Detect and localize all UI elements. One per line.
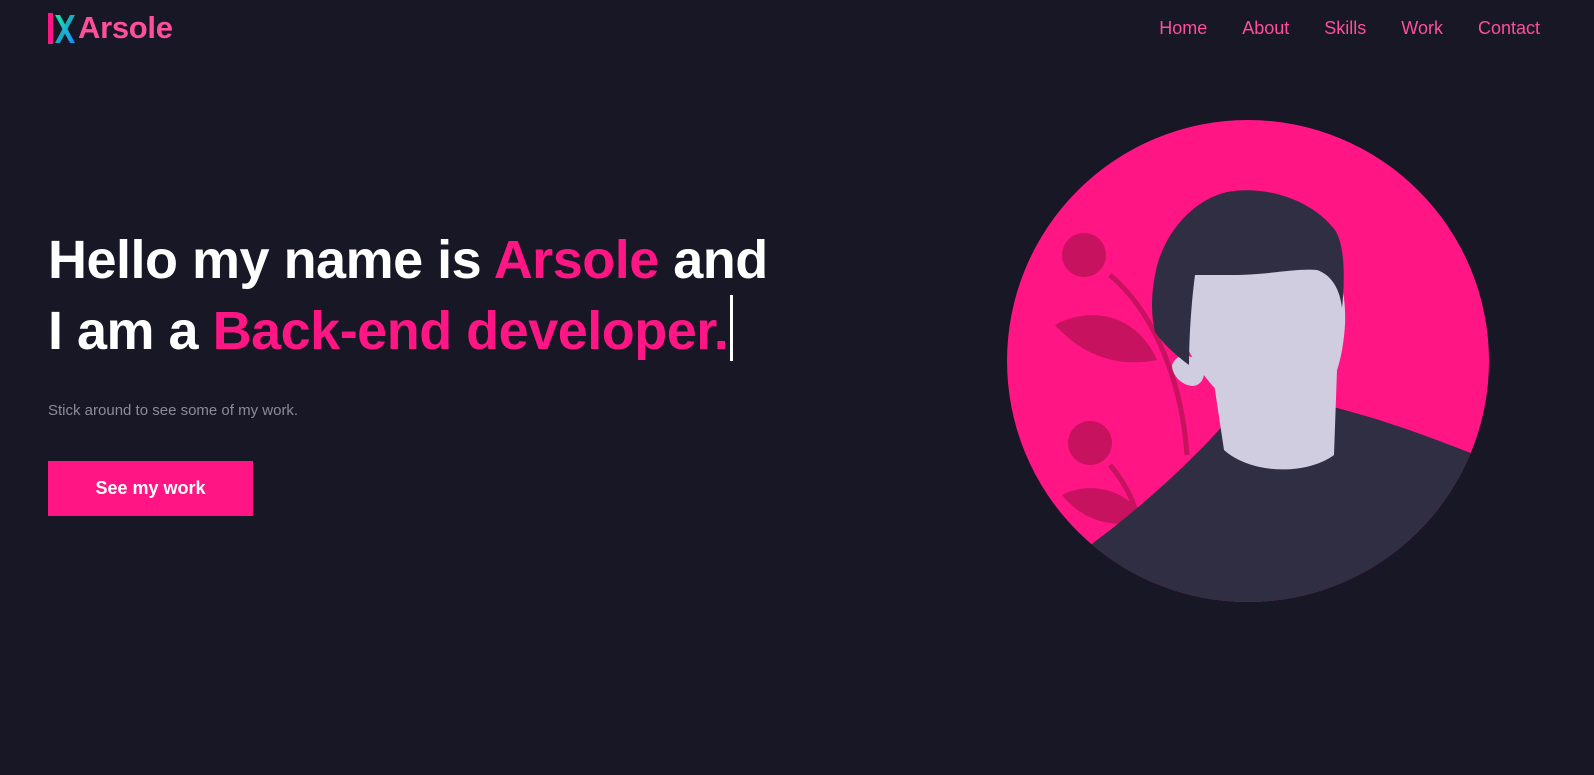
logo-link[interactable]: Arsole — [48, 10, 173, 46]
page: Arsole Home About Skills Work Contact He… — [0, 0, 1594, 775]
heading-suffix-1: and — [658, 230, 768, 290]
hero-subtitle: Stick around to see some of my work. — [48, 402, 299, 419]
nav-link-home[interactable]: Home — [1159, 16, 1207, 40]
developer-avatar-illustration — [1007, 120, 1489, 602]
nav-link-skills[interactable]: Skills — [1324, 16, 1366, 40]
main-nav: Home About Skills Work Contact — [1124, 16, 1540, 40]
heading-name: Arsole — [493, 230, 660, 290]
heading-prefix-1: Hello my name is — [48, 230, 494, 290]
see-my-work-button[interactable]: See my work — [48, 461, 253, 516]
hero-heading: Hello my name is Arsole and I am a Back-e… — [48, 226, 768, 366]
typing-cursor — [730, 295, 734, 361]
nav-link-work[interactable]: Work — [1401, 16, 1443, 40]
nav-link-contact[interactable]: Contact — [1478, 16, 1540, 40]
heading-prefix-2: I am a — [48, 301, 213, 361]
nav-link-about[interactable]: About — [1242, 16, 1289, 40]
logo-text: Arsole — [78, 10, 173, 45]
heading-role: Back-end developer. — [212, 301, 729, 361]
x-logo-icon — [48, 11, 76, 45]
